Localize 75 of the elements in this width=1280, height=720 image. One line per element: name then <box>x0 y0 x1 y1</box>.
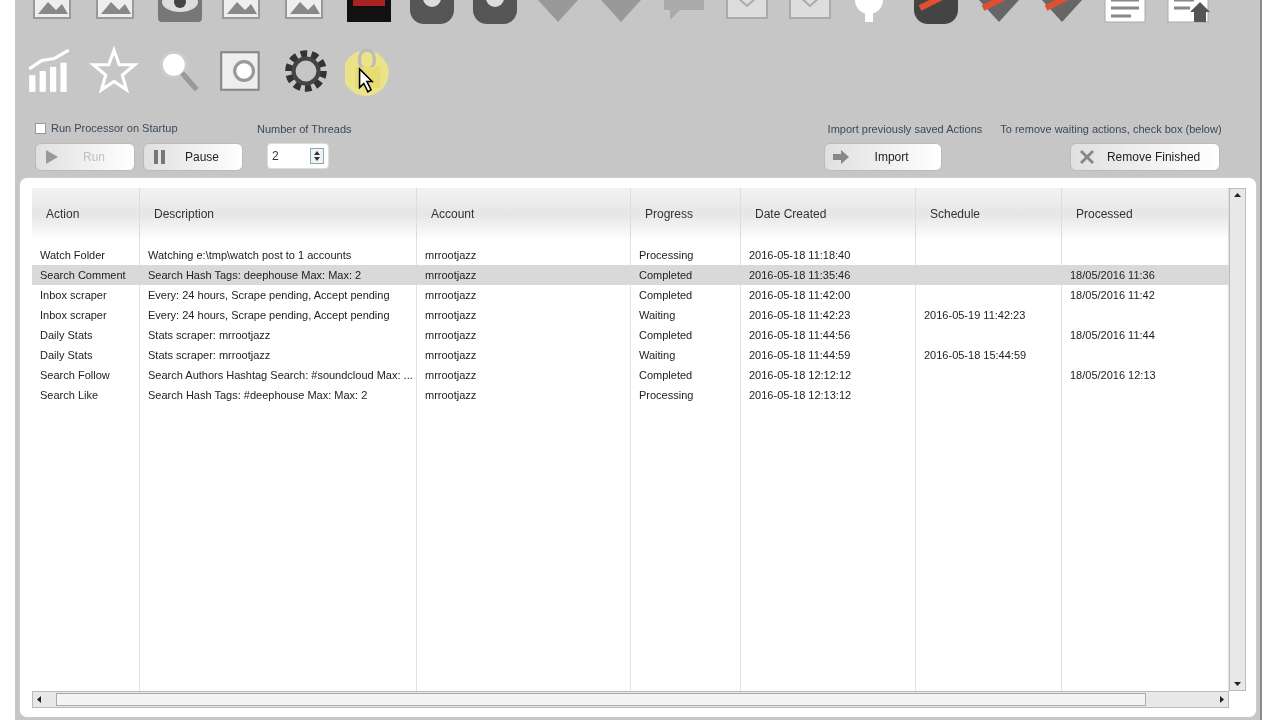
table-cell-text: Every: 24 hours, Scrape pending, Accept pending <box>147 287 391 303</box>
table-cell-text: 2016-05-18 11:18:40 <box>748 247 852 263</box>
table-cell-text: 18/05/2016 12:13 <box>1069 367 1157 383</box>
table-cell-text: mrrootjazz <box>424 287 478 303</box>
table-cell-text: Search Follow <box>39 367 111 383</box>
table-row[interactable]: Watch Folder Watching e:\tmp\watch post to 1 accounts mrrootjazz Processing 2016-05-18 11:18:40 <box>32 245 1229 265</box>
table-row[interactable]: Search Like Search Hash Tags: #deephouse Max: Max: 2 mrrootjazz Processing 2016-05-18 12:13:12 <box>32 385 1229 405</box>
checkbox-label: Run Processor on Startup <box>51 120 178 136</box>
table-cell-text: Search Hash Tags: deephouse Max: Max: 2 <box>147 267 363 283</box>
table-row[interactable]: Inbox scraper Every: 24 hours, Scrape pending, Accept pending mrrootjazz Waiting 2016-05-18 11:42:23 2016-05-19 11:42:23 <box>32 305 1229 325</box>
table-cell-text: Waiting <box>638 307 677 323</box>
table-cell-text: Daily Stats <box>39 347 94 363</box>
scroll-thumb[interactable] <box>55 693 1146 706</box>
table-cell-text: mrrootjazz <box>424 247 478 263</box>
table-cell-text: 2016-05-18 11:42:00 <box>748 287 852 303</box>
hint-text: To remove waiting actions, check box (below) <box>1000 122 1222 135</box>
table-cell-text: Watch Folder <box>39 247 106 263</box>
table-row[interactable]: Daily Stats Stats scraper: mrrootjazz mrrootjazz Waiting 2016-05-18 11:44:59 2016-05-18 15:44:59 <box>32 345 1229 365</box>
arrow-icon <box>830 147 851 167</box>
table-cell-text: 2016-05-18 12:12:12 <box>748 367 853 383</box>
star-icon[interactable] <box>89 46 139 96</box>
table-cell-text: 2016-05-18 11:44:59 <box>748 347 852 363</box>
table-cell-text: Completed <box>638 267 694 283</box>
column-header[interactable]: Action <box>32 188 140 240</box>
column-header[interactable]: Schedule <box>916 188 1062 240</box>
table-cell-text: Every: 24 hours, Scrape pending, Accept pending <box>147 307 391 323</box>
table-cell-text: mrrootjazz <box>424 387 478 403</box>
table-cell-text: Search Hash Tags: #deephouse Max: Max: 2 <box>147 387 369 403</box>
table-cell-text: mrrootjazz <box>424 327 478 343</box>
table-cell-text: 18/05/2016 11:42 <box>1069 287 1156 303</box>
table-cell-text: 2016-05-18 11:44:56 <box>748 327 852 343</box>
table-row[interactable]: Inbox scraper Every: 24 hours, Scrape pending, Accept pending mrrootjazz Completed 2016-05-18 11:42:00 18/05/2016 11:42 <box>32 285 1229 305</box>
remove-button[interactable]: Remove Finished <box>1069 143 1220 171</box>
table-cell-text: 2016-05-18 12:13:12 <box>748 387 853 403</box>
table-cell-text: 18/05/2016 11:44 <box>1069 327 1156 343</box>
table-cell-text: Daily Stats <box>39 327 94 343</box>
vertical-scrollbar[interactable] <box>1229 188 1246 691</box>
table-cell-text: Inbox scraper <box>39 307 108 323</box>
import-button[interactable]: Import <box>823 143 942 171</box>
table-cell-text: mrrootjazz <box>424 267 478 283</box>
table-cell-text: Completed <box>638 287 694 303</box>
table-cell-text: Search Authors Hashtag Search: #soundcloud Max: ... <box>147 367 414 383</box>
table-cell-text: Watching e:\tmp\watch post to 1 accounts <box>147 247 353 263</box>
table-cell-text: 2016-05-19 11:42:23 <box>923 307 1027 323</box>
table-row[interactable]: Daily Stats Stats scraper: mrrootjazz mrrootjazz Completed 2016-05-18 11:44:56 18/05/2016 11:44 <box>32 325 1229 345</box>
table-cell-text: 2016-05-18 11:35:46 <box>748 267 852 283</box>
table-cell-text: 2016-05-18 15:44:59 <box>923 347 1028 363</box>
table-cell-text: Stats scraper: mrrootjazz <box>147 327 272 343</box>
table-cell-text: Completed <box>638 367 694 383</box>
table-cell-text: mrrootjazz <box>424 307 478 323</box>
column-header[interactable]: Account <box>417 188 631 240</box>
table-cell-text: Search Comment <box>39 267 127 283</box>
number-spinner[interactable]: 2 <box>267 143 329 169</box>
table-cell-text: Stats scraper: mrrootjazz <box>147 347 272 363</box>
table-cell-text: Processing <box>638 387 695 403</box>
field-label: Number of Threads <box>257 122 352 135</box>
table-cell-text: Processing <box>638 247 695 263</box>
table-cell-text: mrrootjazz <box>424 367 478 383</box>
table-cell-text: mrrootjazz <box>424 347 478 363</box>
table-row[interactable]: Search Comment Search Hash Tags: deephouse Max: Max: 2 mrrootjazz Completed 2016-05-18 11:35:46 18/05/2016 11:36 <box>32 265 1229 285</box>
table-cell-text: Completed <box>638 327 694 343</box>
checkbox[interactable] <box>35 122 46 134</box>
table-cell-text: 18/05/2016 11:36 <box>1069 267 1156 283</box>
column-header[interactable]: Date Created <box>741 188 916 240</box>
column-header[interactable]: Progress <box>631 188 741 240</box>
pause-button[interactable]: Pause <box>143 143 243 171</box>
table-cell-text: Search Like <box>39 387 100 403</box>
hint-text: Import previously saved Actions <box>827 122 983 135</box>
table-cell-text: 2016-05-18 11:42:23 <box>748 307 852 323</box>
horizontal-scrollbar[interactable] <box>32 691 1229 708</box>
spin-arrows-icon[interactable] <box>310 148 324 164</box>
table-cell-text: Inbox scraper <box>39 287 108 303</box>
column-header[interactable]: Description <box>140 188 417 240</box>
table-cell-text: Waiting <box>638 347 677 363</box>
table-row[interactable]: Search Follow Search Authors Hashtag Search: #soundcloud Max: ... mrrootjazz Completed 2016-05-18 12:12:12 18/05/2016 12:13 <box>32 365 1229 385</box>
